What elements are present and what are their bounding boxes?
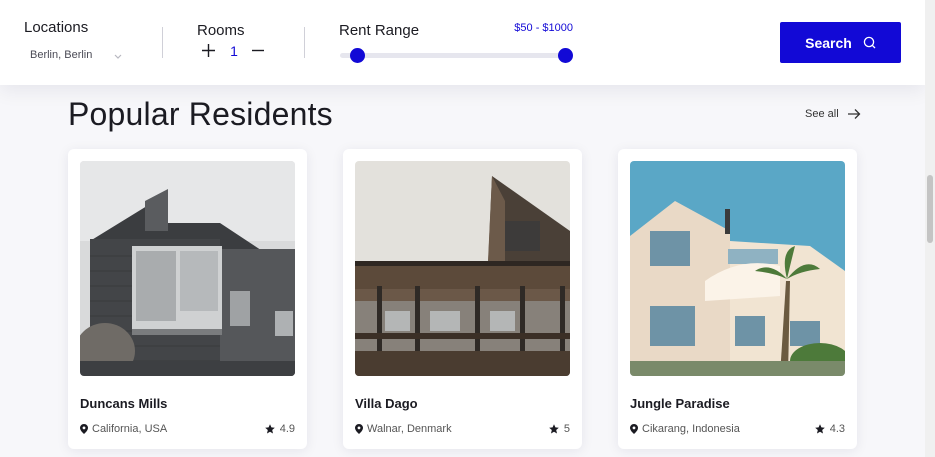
star-icon bbox=[814, 424, 825, 434]
divider bbox=[162, 27, 163, 58]
location-pin-icon bbox=[630, 424, 638, 434]
rating-value: 4.9 bbox=[279, 423, 295, 435]
resident-name: Villa Dago bbox=[355, 396, 418, 411]
rating-value: 4.3 bbox=[829, 423, 845, 435]
resident-photo bbox=[355, 161, 570, 376]
resident-location: California, USA bbox=[80, 423, 167, 435]
resident-rating: 5 bbox=[549, 423, 570, 435]
resident-card[interactable]: Duncans Mills California, USA 4.9 bbox=[68, 149, 307, 449]
resident-name: Duncans Mills bbox=[80, 396, 168, 411]
rent-range-slider[interactable] bbox=[340, 53, 572, 58]
scrollbar-thumb[interactable] bbox=[927, 175, 933, 243]
chevron-down-icon[interactable] bbox=[111, 49, 125, 63]
resident-location-label: Cikarang, Indonesia bbox=[642, 423, 740, 435]
plus-icon[interactable] bbox=[201, 43, 216, 58]
search-button[interactable]: Search bbox=[780, 22, 901, 63]
slider-min-handle[interactable] bbox=[350, 48, 365, 63]
resident-rating: 4.9 bbox=[264, 423, 295, 435]
rent-range-value: $50 - $1000 bbox=[514, 22, 573, 34]
search-panel: Locations Berlin, Berlin Rooms 1 Rent Ra… bbox=[0, 0, 925, 85]
resident-card[interactable]: Villa Dago Walnar, Denmark 5 bbox=[343, 149, 582, 449]
rooms-count: 1 bbox=[230, 43, 238, 59]
resident-photo bbox=[630, 161, 845, 376]
location-pin-icon bbox=[355, 424, 363, 434]
minus-icon[interactable] bbox=[251, 43, 265, 58]
slider-max-handle[interactable] bbox=[558, 48, 573, 63]
resident-location: Cikarang, Indonesia bbox=[630, 423, 740, 435]
scrollbar[interactable] bbox=[925, 0, 935, 457]
resident-name: Jungle Paradise bbox=[630, 396, 730, 411]
resident-rating: 4.3 bbox=[814, 423, 845, 435]
arrow-right-icon bbox=[847, 109, 861, 119]
rooms-label: Rooms bbox=[197, 22, 245, 39]
resident-location: Walnar, Denmark bbox=[355, 423, 452, 435]
rating-value: 5 bbox=[563, 423, 570, 435]
resident-location-label: California, USA bbox=[92, 423, 168, 435]
rent-range-label: Rent Range bbox=[339, 22, 420, 39]
star-icon bbox=[549, 424, 559, 434]
search-button-label: Search bbox=[805, 34, 852, 51]
star-icon bbox=[264, 424, 275, 434]
search-icon bbox=[863, 36, 876, 49]
resident-location-label: Walnar, Denmark bbox=[367, 423, 452, 435]
location-pin-icon bbox=[80, 424, 88, 434]
see-all-label: See all bbox=[805, 108, 839, 120]
resident-photo bbox=[80, 161, 295, 376]
locations-label: Locations bbox=[24, 19, 89, 36]
location-select[interactable]: Berlin, Berlin bbox=[30, 49, 92, 61]
resident-card[interactable]: Jungle Paradise Cikarang, Indonesia 4.3 bbox=[618, 149, 857, 449]
see-all-link[interactable]: See all bbox=[805, 108, 861, 120]
section-title: Popular Residents bbox=[68, 96, 333, 132]
divider bbox=[304, 27, 305, 58]
